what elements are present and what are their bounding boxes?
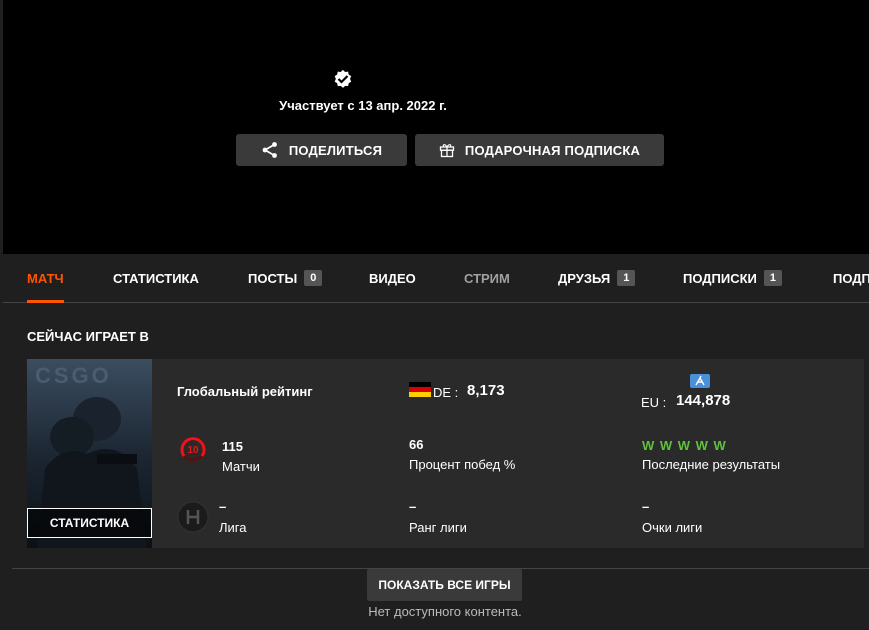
verified-badge-icon (334, 69, 352, 88)
germany-flag-icon (409, 382, 431, 397)
tab-count-badge: 1 (617, 270, 636, 286)
league-rank-value: – (409, 499, 417, 514)
game-cover-image[interactable]: CSGO СТАТИСТИКА (27, 359, 152, 548)
matches-value: 115 (222, 439, 243, 454)
gift-subscription-button[interactable]: ПОДАРОЧНАЯ ПОДПИСКА (415, 134, 664, 166)
tab-subscribers-partial[interactable]: ПОДП (833, 254, 869, 302)
profile-hero: Участвует с 13 апр. 2022 г. ПОДЕЛИТЬСЯ П… (3, 0, 869, 254)
tab-label: ВИДЕО (369, 270, 416, 286)
league-icon (177, 501, 209, 533)
share-button[interactable]: ПОДЕЛИТЬСЯ (236, 134, 407, 166)
tab-stream[interactable]: СТРИМ (464, 254, 510, 302)
tab-label: СТАТИСТИКА (113, 270, 199, 286)
tab-label: ДРУЗЬЯ (558, 270, 611, 286)
league-label: Лига (219, 520, 247, 535)
member-since-text: Участвует с 13 апр. 2022 г. (279, 98, 447, 113)
share-button-label: ПОДЕЛИТЬСЯ (288, 142, 383, 158)
share-icon (262, 142, 277, 158)
tab-label: ПОСТЫ (248, 270, 298, 286)
tab-friends[interactable]: ДРУЗЬЯ 1 (558, 254, 636, 302)
tab-label: СТРИМ (464, 270, 510, 286)
tab-subscriptions[interactable]: ПОДПИСКИ 1 (683, 254, 783, 302)
profile-tabs: МАТЧ СТАТИСТИКА ПОСТЫ 0 ВИДЕО СТРИМ ДРУЗ… (3, 254, 869, 303)
winrate-value: 66 (409, 437, 424, 452)
country-rank-value: 8,173 (467, 382, 505, 399)
gift-icon (439, 144, 455, 158)
show-all-games-button[interactable]: ПОКАЗАТЬ ВСЕ ИГРЫ (367, 569, 522, 601)
no-content-message: Нет доступного контента. (368, 604, 522, 619)
league-rank-label: Ранг лиги (409, 520, 467, 535)
league-points-label: Очки лиги (642, 520, 703, 535)
tab-label: ПОДПИСКИ (683, 270, 757, 286)
tab-video[interactable]: ВИДЕО (369, 254, 416, 302)
now-playing-title: СЕЙЧАС ИГРАЕТ В (27, 329, 149, 344)
tab-statistics[interactable]: СТАТИСТИКА (113, 254, 199, 302)
tab-label: ПОДП (833, 270, 869, 286)
region-code: EU : (641, 395, 667, 410)
region-eu-icon (690, 374, 710, 388)
skill-level-icon: 10 (180, 436, 206, 462)
matches-label: Матчи (222, 459, 260, 474)
tab-count-badge: 1 (763, 270, 783, 286)
recent-results-label: Последние результаты (642, 457, 781, 472)
tab-count-badge: 0 (304, 270, 323, 286)
tab-match[interactable]: МАТЧ (27, 254, 64, 303)
svg-text:CSGO: CSGO (35, 363, 112, 388)
gift-button-label: ПОДАРОЧНАЯ ПОДПИСКА (464, 142, 641, 158)
tab-label: МАТЧ (27, 270, 64, 286)
winrate-label: Процент побед % (409, 457, 516, 472)
country-code: DE : (433, 385, 459, 400)
league-points-value: – (642, 499, 650, 514)
skill-level-text: 10 (187, 445, 199, 456)
cover-stats-label: СТАТИСТИКА (27, 508, 152, 538)
tab-posts[interactable]: ПОСТЫ 0 (248, 254, 323, 302)
league-value: – (219, 499, 227, 514)
global-rating-label: Глобальный рейтинг (177, 384, 313, 399)
recent-results: W W W W W (642, 438, 727, 453)
game-card: CSGO СТАТИСТИКА Глобальный рейтинг DE : … (27, 359, 864, 548)
region-rank-value: 144,878 (676, 392, 731, 409)
